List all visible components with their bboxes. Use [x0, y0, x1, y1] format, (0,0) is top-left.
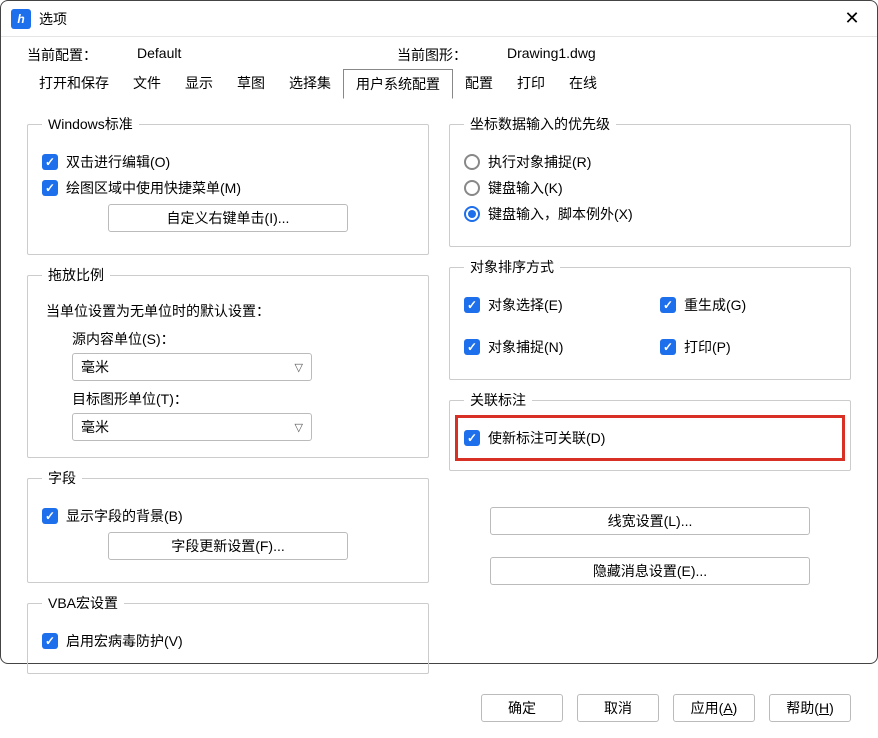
shortcut-menu-row[interactable]: 绘图区域中使用快捷菜单(M): [42, 178, 414, 198]
titlebar: h 选项 ✕: [1, 1, 877, 37]
print-checkbox[interactable]: [660, 339, 676, 355]
regen-checkbox[interactable]: [660, 297, 676, 313]
config-row: 当前配置： Default 当前图形： Drawing1.dwg: [1, 37, 877, 69]
obj-select-row[interactable]: 对象选择(E): [464, 295, 640, 315]
radio-keyboard-except[interactable]: [464, 206, 480, 222]
print-label: 打印(P): [684, 337, 731, 357]
custom-rclick-button[interactable]: 自定义右键单击(I)...: [108, 204, 348, 232]
make-assoc-label: 使新标注可关联(D): [488, 428, 605, 448]
make-assoc-row[interactable]: 使新标注可关联(D): [464, 428, 836, 448]
source-unit-select[interactable]: 毫米 ▽: [72, 353, 312, 381]
enable-av-row[interactable]: 启用宏病毒防护(V): [42, 631, 414, 651]
fields-group: 字段 显示字段的背景(B) 字段更新设置(F)...: [27, 468, 429, 583]
radio-keyboard[interactable]: [464, 180, 480, 196]
scale-legend: 拖放比例: [42, 265, 110, 285]
vba-legend: VBA宏设置: [42, 593, 124, 613]
dbl-click-edit-row[interactable]: 双击进行编辑(O): [42, 152, 414, 172]
radio-object-snap[interactable]: [464, 154, 480, 170]
chevron-down-icon: ▽: [295, 421, 303, 434]
scale-group: 拖放比例 当单位设置为无单位时的默认设置： 源内容单位(S)： 毫米 ▽ 目标图…: [27, 265, 429, 458]
obj-snap-checkbox[interactable]: [464, 339, 480, 355]
tab-online[interactable]: 在线: [557, 69, 609, 99]
radio-keyboard-label: 键盘输入(K): [488, 178, 563, 198]
help-button[interactable]: 帮助(H): [769, 694, 851, 722]
app-icon: h: [11, 9, 31, 29]
footer: 确定 取消 应用(A) 帮助(H): [1, 684, 877, 738]
radio-keyboard-except-row[interactable]: 键盘输入，脚本例外(X): [464, 204, 836, 224]
obj-select-label: 对象选择(E): [488, 295, 563, 315]
apply-button[interactable]: 应用(A): [673, 694, 755, 722]
scale-default-note: 当单位设置为无单位时的默认设置：: [46, 301, 414, 321]
target-unit-select[interactable]: 毫米 ▽: [72, 413, 312, 441]
make-assoc-checkbox[interactable]: [464, 430, 480, 446]
radio-object-snap-row[interactable]: 执行对象捕捉(R): [464, 152, 836, 172]
show-field-bg-checkbox[interactable]: [42, 508, 58, 524]
assoc-dim-group: 关联标注 使新标注可关联(D): [449, 390, 851, 471]
vba-group: VBA宏设置 启用宏病毒防护(V): [27, 593, 429, 674]
coord-priority-legend: 坐标数据输入的优先级: [464, 114, 616, 134]
windows-standard-legend: Windows标准: [42, 114, 139, 134]
hidden-msg-button[interactable]: 隐藏消息设置(E)...: [490, 557, 810, 585]
chevron-down-icon: ▽: [295, 361, 303, 374]
tab-config[interactable]: 配置: [453, 69, 505, 99]
tabs: 打开和保存 文件 显示 草图 选择集 用户系统配置 配置 打印 在线: [1, 69, 877, 100]
dbl-click-edit-checkbox[interactable]: [42, 154, 58, 170]
lineweight-button[interactable]: 线宽设置(L)...: [490, 507, 810, 535]
regen-row[interactable]: 重生成(G): [660, 295, 836, 315]
cancel-button[interactable]: 取消: [577, 694, 659, 722]
windows-standard-group: Windows标准 双击进行编辑(O) 绘图区域中使用快捷菜单(M) 自定义右键…: [27, 114, 429, 255]
tab-selection[interactable]: 选择集: [277, 69, 343, 99]
shortcut-menu-checkbox[interactable]: [42, 180, 58, 196]
shortcut-menu-label: 绘图区域中使用快捷菜单(M): [66, 178, 241, 198]
obj-snap-row[interactable]: 对象捕捉(N): [464, 337, 640, 357]
tab-user-system[interactable]: 用户系统配置: [343, 69, 453, 99]
source-unit-value: 毫米: [81, 357, 109, 377]
sort-group: 对象排序方式 对象选择(E) 重生成(G) 对象捕捉(N) 打印(P): [449, 257, 851, 380]
target-unit-label: 目标图形单位(T)：: [72, 389, 414, 409]
sort-legend: 对象排序方式: [464, 257, 560, 277]
ok-button[interactable]: 确定: [481, 694, 563, 722]
field-update-button[interactable]: 字段更新设置(F)...: [108, 532, 348, 560]
window-title: 选项: [39, 9, 67, 29]
highlight-box: 使新标注可关联(D): [455, 415, 845, 461]
current-config-label: 当前配置：: [27, 45, 97, 65]
dbl-click-edit-label: 双击进行编辑(O): [66, 152, 170, 172]
obj-snap-label: 对象捕捉(N): [488, 337, 563, 357]
enable-av-checkbox[interactable]: [42, 633, 58, 649]
tab-print[interactable]: 打印: [505, 69, 557, 99]
close-button[interactable]: ✕: [837, 4, 867, 34]
current-config-value: Default: [137, 45, 337, 65]
enable-av-label: 启用宏病毒防护(V): [66, 631, 183, 651]
current-drawing-label: 当前图形：: [397, 45, 467, 65]
coord-priority-group: 坐标数据输入的优先级 执行对象捕捉(R) 键盘输入(K) 键盘输入，脚本例外(X…: [449, 114, 851, 247]
obj-select-checkbox[interactable]: [464, 297, 480, 313]
regen-label: 重生成(G): [684, 295, 746, 315]
radio-keyboard-except-label: 键盘输入，脚本例外(X): [488, 204, 633, 224]
print-row[interactable]: 打印(P): [660, 337, 836, 357]
assoc-dim-legend: 关联标注: [464, 390, 532, 410]
tab-open-save[interactable]: 打开和保存: [27, 69, 121, 99]
show-field-bg-label: 显示字段的背景(B): [66, 506, 183, 526]
source-unit-label: 源内容单位(S)：: [72, 329, 414, 349]
radio-keyboard-row[interactable]: 键盘输入(K): [464, 178, 836, 198]
radio-object-snap-label: 执行对象捕捉(R): [488, 152, 591, 172]
tab-display[interactable]: 显示: [173, 69, 225, 99]
tab-file[interactable]: 文件: [121, 69, 173, 99]
tab-sketch[interactable]: 草图: [225, 69, 277, 99]
current-drawing-value: Drawing1.dwg: [507, 45, 707, 65]
fields-legend: 字段: [42, 468, 82, 488]
target-unit-value: 毫米: [81, 417, 109, 437]
show-field-bg-row[interactable]: 显示字段的背景(B): [42, 506, 414, 526]
